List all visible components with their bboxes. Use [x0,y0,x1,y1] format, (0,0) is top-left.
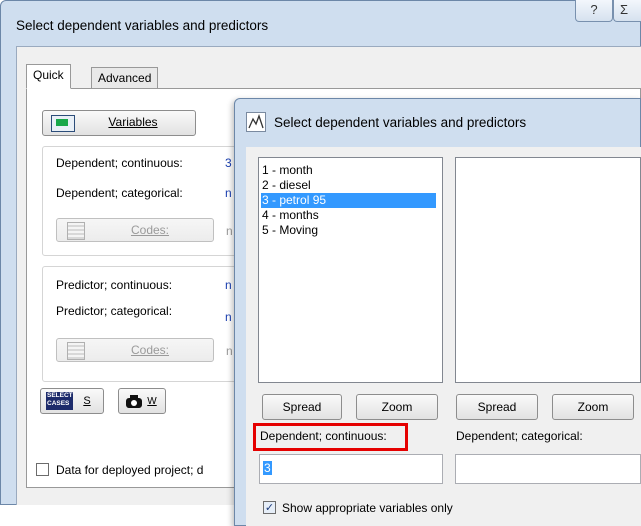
deployed-project-label: Data for deployed project; d [56,463,204,477]
dependent-codes-label: Codes: [130,223,170,237]
variables-icon [51,115,75,132]
predictor-categorical-label: Predictor; categorical: [56,304,173,318]
select-cases-button[interactable]: SELECT CASES S [40,388,104,414]
predictor-continuous-value: n [225,278,232,292]
right-zoom-button[interactable]: Zoom [552,394,634,420]
select-cases-key: S [83,395,91,407]
dependent-continuous-label: Dependent; continuous: [56,156,183,170]
dependent-categorical-field-label: Dependent; categorical: [456,429,583,443]
show-appropriate-label: Show appropriate variables only [282,501,453,515]
help-button[interactable]: ? [575,0,613,22]
dependent-continuous-input[interactable]: 3 [259,454,443,484]
close-button[interactable]: Σ [613,0,641,22]
codes-icon [67,342,85,360]
close-icon: Σ [620,2,629,17]
inner-dialog-title: Select dependent variables and predictor… [274,115,527,130]
dependent-continuous-value: 3 [225,156,232,170]
outer-dialog-title: Select dependent variables and predictor… [16,18,269,33]
left-zoom-label: Zoom [381,400,413,414]
predictor-codes-value: n [226,344,233,358]
predictor-codes-button[interactable]: Codes: [56,338,214,362]
dependent-codes-button[interactable]: Codes: [56,218,214,242]
tab-advanced[interactable]: Advanced [91,67,159,88]
select-cases-icon-line2: CASES [47,400,70,407]
right-zoom-label: Zoom [577,400,609,414]
predictor-codes-label: Codes: [130,343,170,357]
variable-list[interactable]: 1 - month 2 - diesel 3 - petrol 95 4 - m… [258,157,443,383]
statistica-app-icon [246,112,266,132]
dependent-categorical-input[interactable] [455,454,641,484]
left-spread-button[interactable]: Spread [262,394,342,420]
tab-quick-label: Quick [33,68,64,82]
dependent-codes-value: n [226,224,233,238]
show-appropriate-checkbox[interactable]: ✓ [263,501,276,514]
left-spread-label: Spread [282,400,322,414]
checkmark-icon: ✓ [264,502,275,514]
dependent-continuous-field-label: Dependent; continuous: [260,429,387,443]
variables-button-label: Variables [108,115,158,129]
tab-quick[interactable]: Quick [26,64,71,89]
tab-advanced-label: Advanced [98,71,152,85]
right-spread-label: Spread [477,400,517,414]
help-icon: ? [590,2,598,17]
predictor-categorical-value: n [225,310,232,324]
list-item-selected[interactable]: 3 - petrol 95 [261,193,436,208]
select-cases-icon-line1: SELECT [47,392,73,399]
list-item[interactable]: 1 - month [261,163,313,178]
left-zoom-button[interactable]: Zoom [356,394,438,420]
predictor-continuous-label: Predictor; continuous: [56,278,173,292]
select-cases-icon: SELECT CASES [46,392,73,410]
weight-icon [125,394,143,408]
weight-key: W [147,396,157,407]
dependent-continuous-input-value: 3 [263,461,272,475]
dependent-categorical-value: n [225,186,232,200]
codes-icon [67,222,85,240]
right-spread-button[interactable]: Spread [456,394,538,420]
weight-button[interactable]: W [118,388,166,414]
dependent-categorical-label: Dependent; categorical: [56,186,183,200]
variables-button[interactable]: Variables [42,110,196,136]
categorical-variable-list[interactable] [455,157,641,383]
list-item[interactable]: 2 - diesel [261,178,311,193]
list-item[interactable]: 5 - Moving [261,223,318,238]
list-item[interactable]: 4 - months [261,208,319,223]
deployed-project-checkbox[interactable] [36,463,49,476]
